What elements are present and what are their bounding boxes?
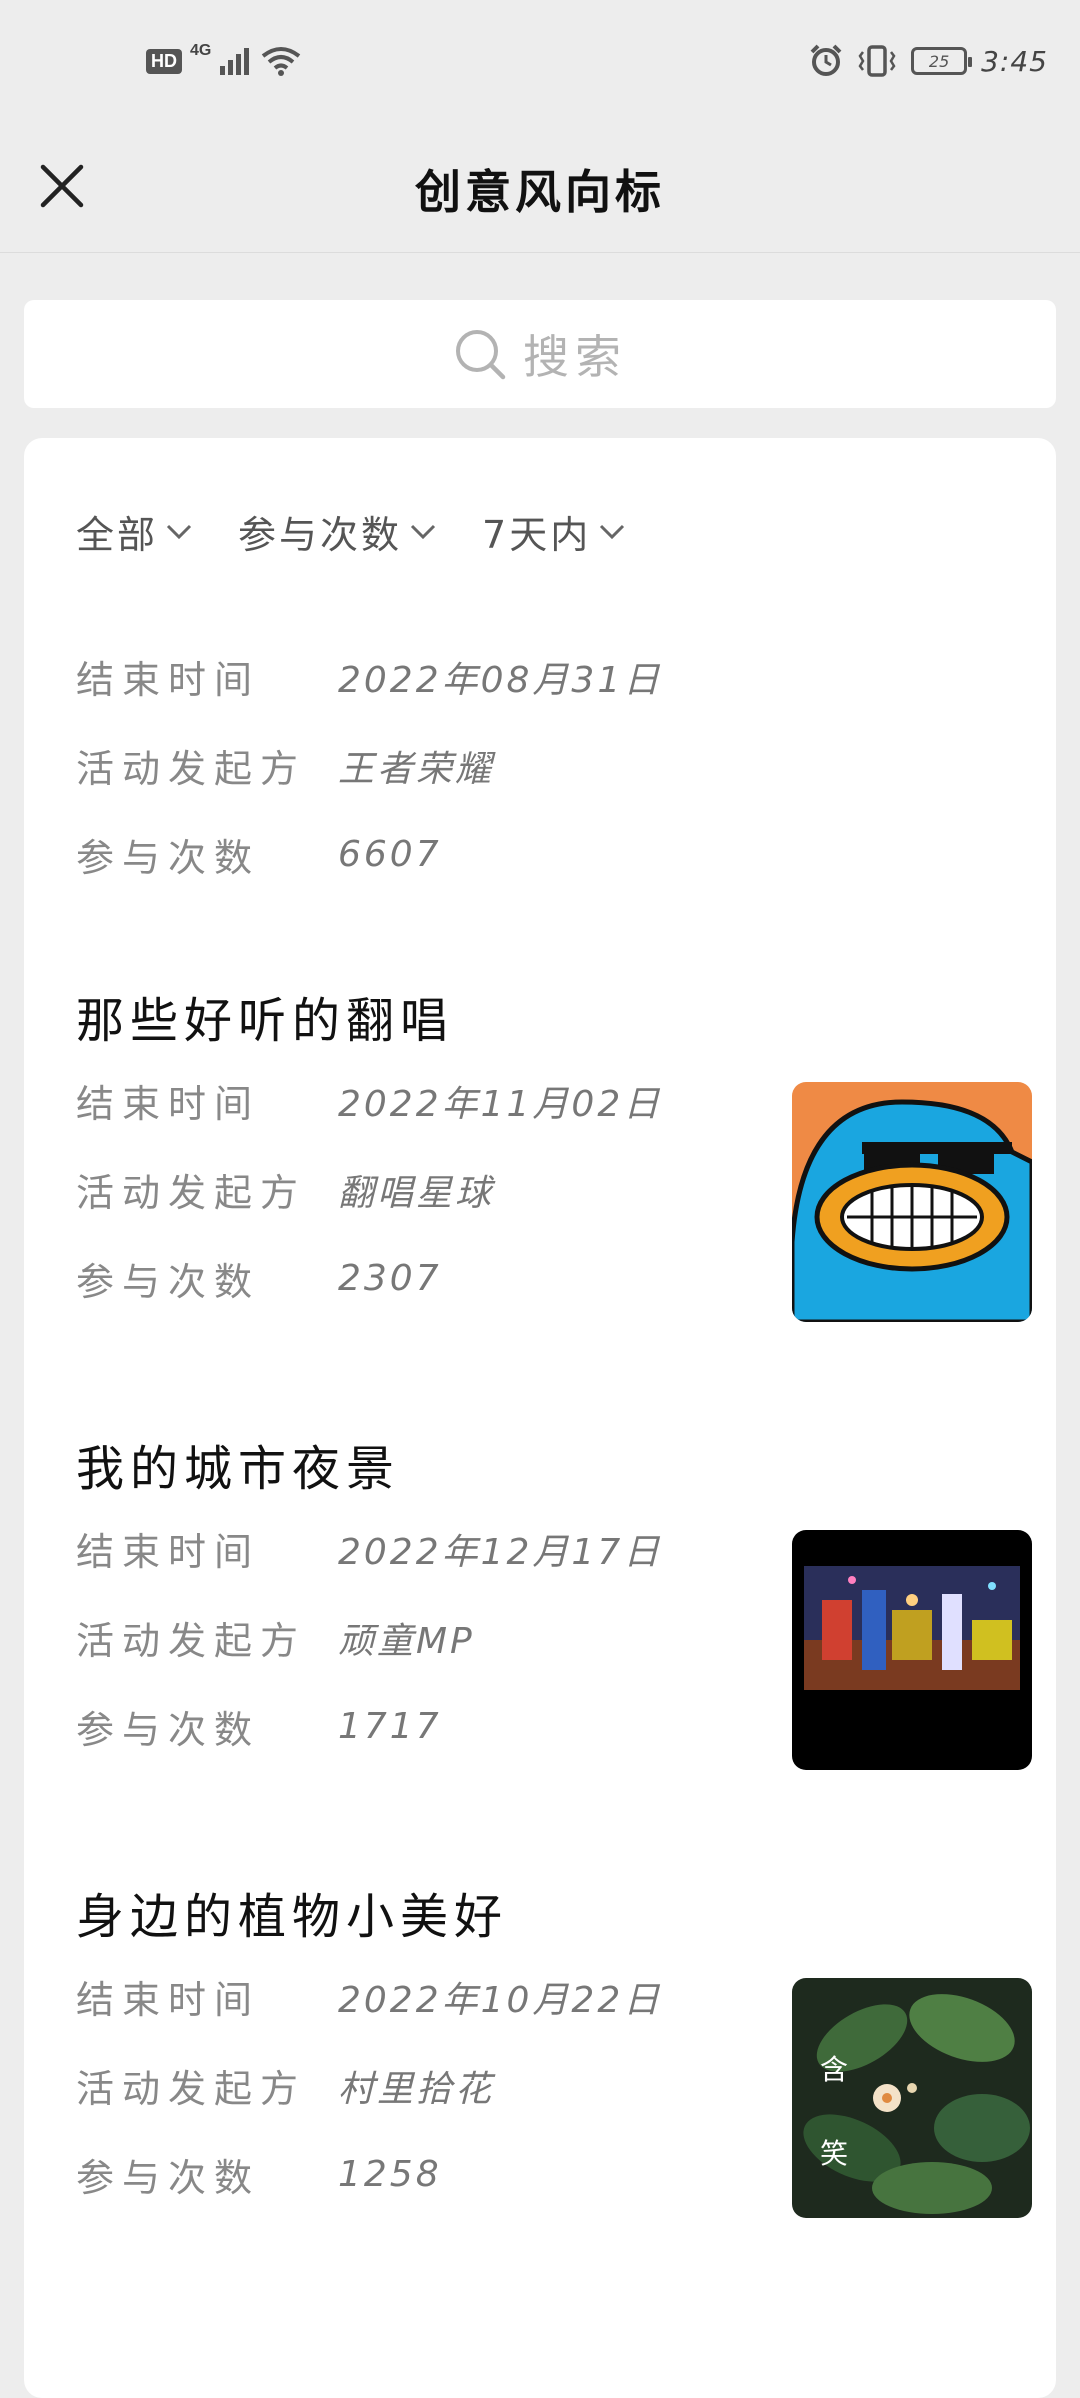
activity-title: 身边的植物小美好 xyxy=(76,1889,509,1945)
activity-list-card: 全部 参与次数 7天内 结束时间 2022年08月31日 活动发起方 王者荣耀 … xyxy=(24,438,1056,2398)
end-time-value: 2022年12月17日 xyxy=(338,1531,663,1573)
status-bar: HD 4G 25 3:45 xyxy=(0,0,1080,130)
activity-thumbnail: 含笑 xyxy=(792,1978,1032,2218)
end-time-label: 结束时间 xyxy=(76,1978,261,2022)
activity-thumbnail xyxy=(792,1530,1032,1770)
filter-label: 7天内 xyxy=(482,513,592,557)
organizer-row: 活动发起方 王者荣耀 xyxy=(76,721,1032,810)
count-value: 1717 xyxy=(338,1706,442,1747)
search-placeholder: 搜索 xyxy=(523,330,627,384)
filter-participation-count[interactable]: 参与次数 xyxy=(238,504,436,559)
end-time-label: 结束时间 xyxy=(76,1082,261,1126)
organizer-value: 王者荣耀 xyxy=(338,748,495,790)
activity-item[interactable]: 结束时间 2022年08月31日 活动发起方 王者荣耀 参与次数 6607 xyxy=(76,632,1032,899)
count-value: 1258 xyxy=(338,2154,442,2195)
end-time-row: 结束时间 2022年08月31日 xyxy=(76,632,1032,721)
activity-thumbnail xyxy=(792,1082,1032,1322)
status-right: 25 3:45 xyxy=(809,44,1048,78)
activity-title: 我的城市夜景 xyxy=(76,1441,401,1497)
network-type: 4G xyxy=(190,42,212,59)
signal-icon xyxy=(220,48,250,75)
thumbnail-caption: 含笑 xyxy=(820,2053,849,2170)
status-left: HD 4G xyxy=(146,42,301,76)
organizer-label: 活动发起方 xyxy=(76,1171,307,1215)
activity-title: 那些好听的翻唱 xyxy=(76,993,455,1049)
filter-bar: 全部 参与次数 7天内 xyxy=(76,504,625,559)
city-night-thumbnail xyxy=(804,1566,1020,1690)
organizer-value: 村里拾花 xyxy=(338,2068,495,2110)
battery-level: 25 xyxy=(928,51,950,71)
chevron-down-icon xyxy=(410,524,436,539)
end-time-value: 2022年10月22日 xyxy=(338,1979,663,2021)
activity-item[interactable]: 那些好听的翻唱 结束时间 2022年11月02日 活动发起方 翻唱星球 参与次数… xyxy=(76,986,1032,1323)
filter-all[interactable]: 全部 xyxy=(76,504,192,559)
hd-badge: HD xyxy=(146,48,182,74)
organizer-label: 活动发起方 xyxy=(76,1619,307,1663)
filter-label: 全部 xyxy=(76,513,159,557)
vibrate-icon xyxy=(858,45,896,77)
organizer-label: 活动发起方 xyxy=(76,747,307,791)
end-time-value: 2022年08月31日 xyxy=(338,659,663,701)
count-value: 2307 xyxy=(338,1258,442,1299)
organizer-value: 顽童MP xyxy=(338,1620,475,1662)
filter-label: 参与次数 xyxy=(238,513,403,557)
activity-item[interactable]: 我的城市夜景 结束时间 2022年12月17日 活动发起方 顽童MP 参与次数 … xyxy=(76,1434,1032,1771)
count-label: 参与次数 xyxy=(76,1260,261,1304)
organizer-value: 翻唱星球 xyxy=(338,1172,495,1214)
search-input[interactable]: 搜索 xyxy=(24,300,1056,408)
wifi-icon xyxy=(262,47,301,76)
battery-icon: 25 xyxy=(911,47,973,75)
organizer-label: 活动发起方 xyxy=(76,2067,307,2111)
activity-item[interactable]: 身边的植物小美好 结束时间 2022年10月22日 活动发起方 村里拾花 参与次… xyxy=(76,1882,1032,2219)
chevron-down-icon xyxy=(600,524,625,539)
search-icon xyxy=(456,330,506,380)
count-label: 参与次数 xyxy=(76,1708,261,1752)
count-value: 6607 xyxy=(338,834,442,875)
header: 创意风向标 xyxy=(0,130,1080,253)
end-time-label: 结束时间 xyxy=(76,1530,261,1574)
cartoon-sunglasses-thumbnail xyxy=(792,1099,1032,1322)
clock: 3:45 xyxy=(981,44,1048,78)
end-time-value: 2022年11月02日 xyxy=(338,1083,663,1125)
filter-time-range[interactable]: 7天内 xyxy=(482,504,625,559)
chevron-down-icon xyxy=(166,524,192,539)
count-label: 参与次数 xyxy=(76,836,261,880)
page-title: 创意风向标 xyxy=(415,165,665,219)
count-label: 参与次数 xyxy=(76,2156,261,2200)
alarm-icon xyxy=(810,44,842,76)
count-row: 参与次数 6607 xyxy=(76,810,1032,899)
end-time-label: 结束时间 xyxy=(76,658,261,702)
